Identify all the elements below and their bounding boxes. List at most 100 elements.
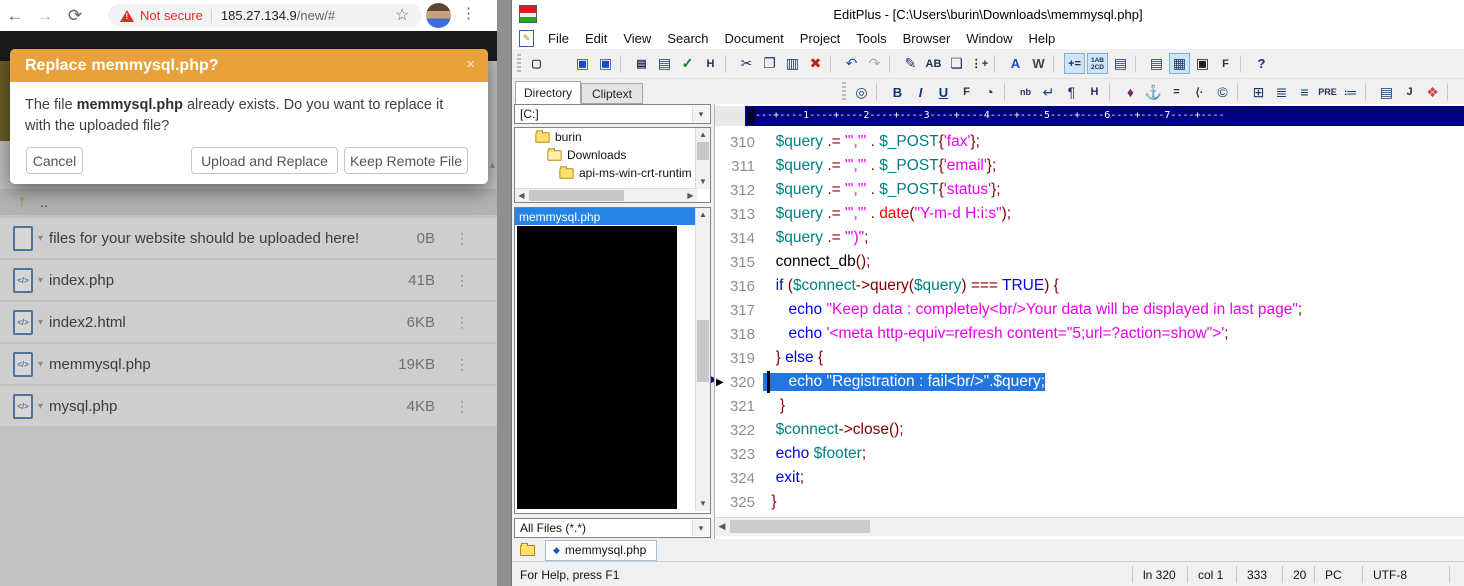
menu-item[interactable]: Project <box>792 31 848 46</box>
code-line[interactable]: 325 } <box>715 490 1464 514</box>
drive-select[interactable]: [C:] ▾ <box>514 104 711 124</box>
chevron-down-icon[interactable]: ▾ <box>38 233 43 244</box>
toolbar-icon[interactable]: © <box>1212 82 1233 103</box>
toolbar-icon[interactable]: ↵ <box>1038 82 1059 103</box>
toolbar-icon[interactable]: ❏ <box>946 53 967 74</box>
file-row[interactable]: </> ▾ index2.html 6KB ⋮ <box>0 302 497 342</box>
toolbar-icon[interactable]: AB <box>923 53 944 74</box>
code-line[interactable]: 321 } <box>715 394 1464 418</box>
filelist-vertical-scrollbar[interactable]: ▲ ▼ <box>695 208 710 511</box>
toolbar-icon[interactable] <box>1240 55 1247 73</box>
chevron-down-icon[interactable]: ▾ <box>38 317 43 328</box>
file-name[interactable]: index2.html <box>49 314 126 331</box>
chevron-down-icon[interactable]: ▾ <box>38 275 43 286</box>
file-filter-select[interactable]: All Files (*.*) ▾ <box>514 518 711 538</box>
code-line[interactable]: 324 exit; <box>715 466 1464 490</box>
toolbar-icon[interactable]: ▤ <box>631 53 652 74</box>
menu-item[interactable]: Window <box>958 31 1020 46</box>
document-tab[interactable]: ◆ memmysql.php <box>545 540 657 561</box>
toolbar-icon[interactable]: B <box>887 82 908 103</box>
code-line[interactable]: 315 connect_db(); <box>715 250 1464 274</box>
toolbar-icon[interactable]: ▣ <box>595 53 616 74</box>
tree-folder-item[interactable]: Downloads <box>515 146 710 164</box>
toolbar-icon[interactable] <box>830 55 837 73</box>
toolbar-icon[interactable]: W <box>1028 53 1049 74</box>
code-line[interactable]: 318 echo '<meta http-equiv=refresh conte… <box>715 322 1464 346</box>
toolbar-icon[interactable]: J <box>1399 82 1420 103</box>
toolbar-icon[interactable]: H <box>1084 82 1105 103</box>
code-line[interactable]: 311 $query .= "','" . $_POST{'email'}; <box>715 154 1464 178</box>
code-line[interactable]: 320 echo "Registration : fail<br/>".$que… <box>715 370 1464 394</box>
tree-folder-item[interactable]: burin <box>515 128 710 146</box>
code-line[interactable]: 314 $query .= "')"; <box>715 226 1464 250</box>
keep-remote-file-button[interactable]: Keep Remote File <box>344 147 468 174</box>
parent-directory-row[interactable]: ↑ .. <box>0 189 497 215</box>
toolbar-icon[interactable]: PRE <box>1317 82 1338 103</box>
cancel-button[interactable]: Cancel <box>26 147 83 174</box>
tree-horizontal-scrollbar[interactable]: ◀ ▶ <box>515 188 697 202</box>
menu-item[interactable]: Search <box>659 31 716 46</box>
toolbar-icon[interactable] <box>1004 83 1011 101</box>
toolbar-icon[interactable]: ❐ <box>759 53 780 74</box>
toolbar-icon[interactable]: ? <box>1251 53 1272 74</box>
code-line[interactable]: 312 $query .= "','" . $_POST{'status'}; <box>715 178 1464 202</box>
reload-icon[interactable]: ⟳ <box>60 6 90 26</box>
toolbar-icon[interactable]: A <box>1005 53 1026 74</box>
toolbar-icon[interactable]: ▢ <box>526 53 547 74</box>
dropdown-arrow-icon[interactable]: ▾ <box>692 520 709 536</box>
selected-file-item[interactable]: memmysql.php <box>515 208 710 225</box>
tab-directory[interactable]: Directory <box>515 81 581 104</box>
document-icon[interactable]: ✎ <box>519 30 534 47</box>
file-row[interactable]: </> ▾ memmysql.php 19KB ⋮ <box>0 344 497 384</box>
toolbar-icon[interactable]: nb <box>1015 82 1036 103</box>
forward-icon[interactable]: → <box>30 6 60 26</box>
page-scroll-up-icon[interactable]: ▲ <box>488 160 497 170</box>
file-kebab-menu-icon[interactable]: ⋮ <box>455 398 469 415</box>
toolbar-icon[interactable] <box>876 83 883 101</box>
toolbar-icon[interactable] <box>994 55 1001 73</box>
chevron-down-icon[interactable]: ▾ <box>38 359 43 370</box>
menu-item[interactable]: File <box>540 31 577 46</box>
toolbar-icon[interactable]: ◎ <box>851 82 872 103</box>
not-secure-label[interactable]: Not secure <box>140 8 203 23</box>
toolbar-icon[interactable]: ¶ <box>1061 82 1082 103</box>
code-line[interactable]: 322 $connect->close(); <box>715 418 1464 442</box>
toolbar-icon[interactable]: ▥ <box>782 53 803 74</box>
code-lines[interactable]: 310 $query .= "','" . $_POST{'fax'};311 … <box>715 130 1464 518</box>
toolbar-icon[interactable]: += <box>1064 53 1085 74</box>
code-line[interactable]: 313 $query .= "','" . date("Y-m-d H:i:s"… <box>715 202 1464 226</box>
editplus-titlebar[interactable]: EditPlus - [C:\Users\burin\Downloads\mem… <box>512 0 1464 28</box>
toolbar-drag-handle[interactable] <box>517 54 521 74</box>
toolbar-icon[interactable]: ✓ <box>677 53 698 74</box>
address-bar[interactable]: ! Not secure 185.27.134.9 /new/# <box>108 4 422 27</box>
chevron-down-icon[interactable]: ▾ <box>38 401 43 412</box>
toolbar-drag-handle[interactable] <box>842 82 846 102</box>
toolbar-icon[interactable]: ▣ <box>1192 53 1213 74</box>
toolbar-icon[interactable]: ≣ <box>1271 82 1292 103</box>
toolbar-icon[interactable]: ❖ <box>1422 82 1443 103</box>
toolbar-icon[interactable] <box>1458 82 1464 103</box>
toolbar-icon[interactable]: ✂ <box>736 53 757 74</box>
toolbar-icon[interactable]: ▤ <box>654 53 675 74</box>
file-kebab-menu-icon[interactable]: ⋮ <box>455 272 469 289</box>
toolbar-icon[interactable] <box>1365 83 1372 101</box>
file-kebab-menu-icon[interactable]: ⋮ <box>455 356 469 373</box>
file-kebab-menu-icon[interactable]: ⋮ <box>455 314 469 331</box>
toolbar-icon[interactable] <box>1447 83 1454 101</box>
toolbar-icon[interactable]: ▤ <box>1110 53 1131 74</box>
bookmark-star-icon[interactable]: ☆ <box>395 5 409 25</box>
code-line[interactable]: 323 echo $footer; <box>715 442 1464 466</box>
upload-and-replace-button[interactable]: Upload and Replace <box>191 147 338 174</box>
dropdown-arrow-icon[interactable]: ▾ <box>692 106 709 122</box>
toolbar-icon[interactable]: 1AB 2CD <box>1087 53 1108 74</box>
code-line[interactable]: 310 $query .= "','" . $_POST{'fax'}; <box>715 130 1464 154</box>
file-name[interactable]: mysql.php <box>49 398 117 415</box>
menu-item[interactable]: Browser <box>895 31 959 46</box>
toolbar-icon[interactable]: ♦ <box>1120 82 1141 103</box>
menu-item[interactable]: Tools <box>848 31 894 46</box>
browser-menu-icon[interactable]: ⋮ <box>461 4 476 22</box>
code-line[interactable]: 316 if ($connect->query($query) === TRUE… <box>715 274 1464 298</box>
toolbar-icon[interactable]: F <box>1215 53 1236 74</box>
toolbar-icon[interactable]: ↷ <box>864 53 885 74</box>
toolbar-icon[interactable]: ⚓ <box>1143 82 1164 103</box>
